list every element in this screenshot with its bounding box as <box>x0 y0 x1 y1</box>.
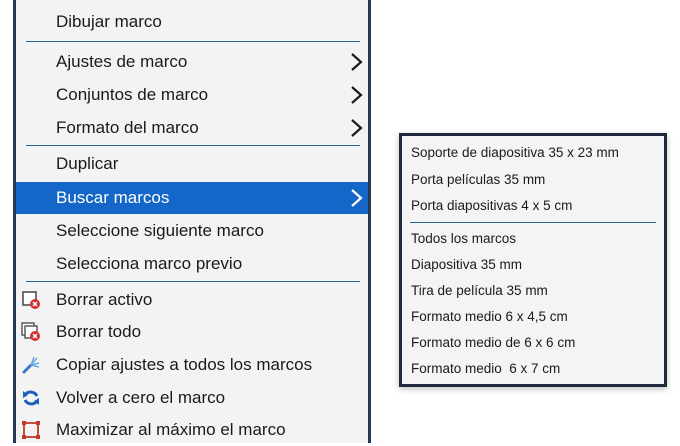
menu-item-label: Buscar marcos <box>56 188 170 207</box>
menu-item-selecciona-marco-previo[interactable]: Selecciona marco previo <box>16 248 368 280</box>
menu-item-label: Maximizar al máximo el marco <box>56 420 286 439</box>
menu-item-label: Borrar activo <box>56 290 153 309</box>
menu-item-label: Duplicar <box>56 154 119 173</box>
submenu-item-label: Todos los marcos <box>411 231 517 246</box>
submenu-item-label: Tira de película 35 mm <box>411 283 548 298</box>
menu-item-borrar-activo[interactable]: Borrar activo <box>16 284 368 316</box>
submenu-item[interactable]: Soporte de diapositiva 35 x 23 mm <box>402 140 664 166</box>
menu-item-ajustes-de-marco[interactable]: Ajustes de marco <box>16 46 368 78</box>
submenu-item[interactable]: Formato medio 6 x 4,5 cm <box>402 304 664 330</box>
submenu-item-label: Soporte de diapositiva 35 x 23 mm <box>411 145 619 160</box>
submenu-item-label: Diapositiva 35 mm <box>411 257 523 272</box>
menu-item-duplicar[interactable]: Duplicar <box>16 148 368 180</box>
menu-item-label: Copiar ajustes a todos los marcos <box>56 355 313 374</box>
submenu-item-label: Porta películas 35 mm <box>411 172 546 187</box>
menu-item-buscar-marcos[interactable]: Buscar marcos <box>16 182 368 214</box>
menu-item-label: Ajustes de marco <box>56 52 188 71</box>
chevron-right-icon <box>351 86 363 104</box>
menu-item-label: Conjuntos de marco <box>56 85 209 104</box>
maximize-icon <box>22 421 40 439</box>
menu-item-conjuntos-de-marco[interactable]: Conjuntos de marco <box>16 79 368 111</box>
menu-item-maximizar[interactable]: Maximizar al máximo el marco <box>16 414 368 446</box>
menu-separator <box>26 41 360 42</box>
submenu-item[interactable]: Porta diapositivas 4 x 5 cm <box>402 193 664 219</box>
submenu-item[interactable]: Formato medio 6 x 7 cm <box>402 356 664 382</box>
submenu-item-label: Formato medio 6 x 7 cm <box>411 361 561 376</box>
submenu-item-label: Formato medio 6 x 4,5 cm <box>411 309 568 324</box>
submenu-item-label: Porta diapositivas 4 x 5 cm <box>411 198 573 213</box>
reset-icon <box>23 390 39 406</box>
menu-item-borrar-todo[interactable]: Borrar todo <box>16 316 368 348</box>
submenu-item[interactable]: Diapositiva 35 mm <box>402 252 664 278</box>
menu-item-volver-a-cero[interactable]: Volver a cero el marco <box>16 382 368 414</box>
context-menu: Dibujar marco Ajustes de marco Conjuntos… <box>13 0 371 443</box>
menu-item-label: Borrar todo <box>56 322 142 341</box>
menu-item-formato-del-marco[interactable]: Formato del marco <box>16 112 368 144</box>
menu-item-label: Formato del marco <box>56 118 199 137</box>
delete-active-icon <box>22 291 40 309</box>
submenu-item-label: Formato medio de 6 x 6 cm <box>411 335 576 350</box>
chevron-right-icon <box>351 189 363 207</box>
submenu-separator <box>410 222 656 223</box>
copy-settings-icon <box>22 356 40 374</box>
menu-item-dibujar-marco[interactable]: Dibujar marco <box>16 6 368 38</box>
menu-item-copiar-ajustes[interactable]: Copiar ajustes a todos los marcos <box>16 349 368 381</box>
menu-item-label: Volver a cero el marco <box>56 388 226 407</box>
submenu-item[interactable]: Porta películas 35 mm <box>402 167 664 193</box>
submenu-item[interactable]: Formato medio de 6 x 6 cm <box>402 330 664 356</box>
menu-separator <box>26 145 360 146</box>
delete-all-icon <box>21 322 40 341</box>
menu-item-label: Selecciona marco previo <box>56 254 243 273</box>
chevron-right-icon <box>351 119 363 137</box>
menu-item-label: Dibujar marco <box>56 12 162 31</box>
menu-item-seleccione-siguiente-marco[interactable]: Seleccione siguiente marco <box>16 215 368 247</box>
menu-separator <box>26 281 360 282</box>
submenu-buscar-marcos: Soporte de diapositiva 35 x 23 mm Porta … <box>399 133 667 387</box>
menu-item-label: Seleccione siguiente marco <box>56 221 264 240</box>
chevron-right-icon <box>351 53 363 71</box>
submenu-item[interactable]: Tira de película 35 mm <box>402 278 664 304</box>
submenu-item[interactable]: Todos los marcos <box>402 226 664 252</box>
